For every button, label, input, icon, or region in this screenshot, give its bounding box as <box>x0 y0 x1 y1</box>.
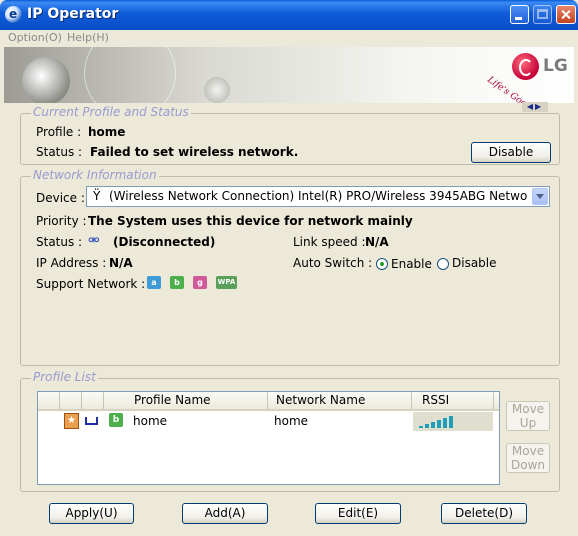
priority-label: Priority : <box>36 214 87 228</box>
auto-switch-enable-label[interactable]: Enable <box>391 257 432 271</box>
network-wpa-icon: WPA <box>216 276 237 289</box>
disable-button[interactable]: Disable <box>471 142 551 163</box>
move-up-button[interactable]: Move Up <box>506 401 550 431</box>
profile-name-cell: home <box>133 414 168 428</box>
ip-address-label: IP Address : <box>36 256 107 270</box>
profile-value: home <box>88 125 126 139</box>
bubble-decoration <box>22 57 70 103</box>
antenna-icon: Ϋ <box>93 189 101 203</box>
network-a-icon: a <box>147 276 161 289</box>
banner-image: LG Life's Good <box>4 47 574 103</box>
profile-list-legend: Profile List <box>31 370 98 384</box>
profile-list-header: Profile Name Network Name RSSI <box>38 392 499 411</box>
auto-switch-disable-radio[interactable] <box>437 258 449 270</box>
support-network-label: Support Network : <box>36 277 146 291</box>
device-select-value: (Wireless Network Connection) Intel(R) P… <box>109 189 527 203</box>
profile-label: Profile : <box>36 125 82 139</box>
column-header-blank[interactable] <box>60 392 82 409</box>
priority-value: The System uses this device for network … <box>88 214 413 228</box>
column-header-profile-name[interactable]: Profile Name <box>104 392 268 409</box>
maximize-button <box>533 5 552 24</box>
column-header-blank[interactable] <box>38 392 60 409</box>
column-header-network-name[interactable]: Network Name <box>268 392 412 409</box>
column-header-blank[interactable] <box>82 392 104 409</box>
link-speed-value: N/A <box>365 235 389 249</box>
delete-button[interactable]: Delete(D) <box>441 503 527 524</box>
add-button[interactable]: Add(A) <box>182 503 268 524</box>
chevron-down-icon[interactable] <box>532 188 548 205</box>
menu-option[interactable]: Option(O) <box>8 31 62 44</box>
network-info-legend: Network Information <box>31 168 159 182</box>
link-speed-label: Link speed : <box>293 235 366 249</box>
device-select[interactable]: Ϋ (Wireless Network Connection) Intel(R)… <box>86 186 550 207</box>
lg-logo-icon <box>512 53 539 80</box>
network-g-icon: g <box>193 276 207 289</box>
banner-scroll-arrows[interactable]: ◀▶ <box>522 102 548 112</box>
title-bar[interactable]: e IP Operator <box>0 0 578 30</box>
device-label: Device : <box>36 191 85 205</box>
app-icon: e <box>5 6 22 23</box>
network-b-icon: b <box>109 413 123 427</box>
net-status-value: (Disconnected) <box>113 235 216 249</box>
profile-list[interactable]: Profile Name Network Name RSSI ★ b home … <box>37 391 500 485</box>
signal-strength-icon <box>419 415 461 428</box>
apply-button[interactable]: Apply(U) <box>49 503 134 524</box>
column-header-rssi[interactable]: RSSI <box>412 392 494 409</box>
network-b-icon: b <box>170 276 184 289</box>
menu-bar: Option(O) Help(H) <box>0 30 578 47</box>
rssi-cell <box>413 412 493 431</box>
lg-logo-text: LG <box>543 56 568 76</box>
network-name-cell: home <box>274 414 309 428</box>
disconnected-icon: ⚮ <box>88 233 100 249</box>
auto-switch-disable-label[interactable]: Disable <box>452 256 497 270</box>
status-value: Failed to set wireless network. <box>90 145 299 159</box>
window-title: IP Operator <box>27 6 119 22</box>
ip-address-value: N/A <box>109 256 133 270</box>
minimize-button[interactable] <box>510 5 529 24</box>
current-profile-legend: Current Profile and Status <box>31 105 191 119</box>
menu-help[interactable]: Help(H) <box>67 31 109 44</box>
auto-switch-enable-radio[interactable] <box>376 258 388 270</box>
edit-button[interactable]: Edit(E) <box>315 503 401 524</box>
net-status-label: Status : <box>36 235 83 249</box>
circle-decoration <box>84 47 176 103</box>
adapter-icon <box>85 417 98 425</box>
move-down-button[interactable]: Move Down <box>506 443 550 473</box>
table-row[interactable]: ★ b home home <box>38 412 499 431</box>
auto-switch-label: Auto Switch : <box>293 256 373 270</box>
close-button[interactable] <box>556 5 576 24</box>
bubble-decoration <box>204 77 230 103</box>
status-label: Status : <box>36 145 83 159</box>
star-icon: ★ <box>64 413 79 429</box>
